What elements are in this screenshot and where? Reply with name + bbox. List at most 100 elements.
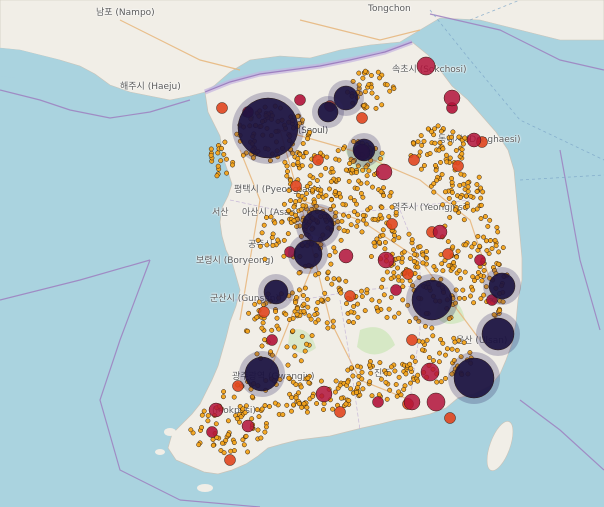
small-marker[interactable] bbox=[376, 392, 382, 398]
small-marker[interactable] bbox=[304, 183, 310, 189]
small-marker[interactable] bbox=[368, 370, 374, 376]
cluster-marker[interactable] bbox=[263, 279, 289, 305]
small-marker[interactable] bbox=[447, 214, 453, 220]
small-marker[interactable] bbox=[440, 146, 446, 152]
small-marker[interactable] bbox=[298, 384, 304, 390]
large-marker[interactable] bbox=[432, 224, 448, 240]
small-marker[interactable] bbox=[363, 221, 369, 227]
small-marker[interactable] bbox=[481, 234, 486, 240]
small-marker[interactable] bbox=[328, 179, 334, 185]
small-marker[interactable] bbox=[391, 237, 397, 243]
small-marker[interactable] bbox=[484, 248, 490, 253]
small-marker[interactable] bbox=[388, 276, 394, 282]
small-marker[interactable] bbox=[376, 298, 382, 304]
mid-marker[interactable] bbox=[334, 406, 346, 418]
small-marker[interactable] bbox=[348, 386, 354, 392]
small-marker[interactable] bbox=[362, 68, 368, 74]
small-marker[interactable] bbox=[252, 301, 258, 307]
small-marker[interactable] bbox=[391, 86, 397, 92]
small-marker[interactable] bbox=[374, 95, 380, 101]
small-marker[interactable] bbox=[471, 300, 477, 306]
small-marker[interactable] bbox=[427, 151, 433, 156]
small-marker[interactable] bbox=[449, 346, 455, 352]
small-marker[interactable] bbox=[333, 156, 339, 162]
cluster-marker[interactable] bbox=[244, 356, 280, 392]
large-marker[interactable] bbox=[416, 56, 436, 76]
small-marker[interactable] bbox=[303, 150, 309, 156]
small-marker[interactable] bbox=[243, 433, 249, 439]
small-marker[interactable] bbox=[465, 188, 471, 194]
small-marker[interactable] bbox=[346, 319, 352, 325]
mid-marker[interactable] bbox=[266, 334, 278, 346]
small-marker[interactable] bbox=[324, 320, 330, 326]
small-marker[interactable] bbox=[257, 243, 263, 249]
small-marker[interactable] bbox=[478, 216, 484, 221]
small-marker[interactable] bbox=[343, 401, 349, 407]
small-marker[interactable] bbox=[372, 217, 378, 222]
small-marker[interactable] bbox=[255, 427, 261, 433]
small-marker[interactable] bbox=[450, 244, 456, 250]
small-marker[interactable] bbox=[275, 237, 281, 243]
mid-marker[interactable] bbox=[444, 412, 456, 424]
large-marker[interactable] bbox=[426, 392, 446, 412]
small-marker[interactable] bbox=[338, 395, 344, 401]
small-marker[interactable] bbox=[221, 151, 227, 157]
small-marker[interactable] bbox=[368, 254, 374, 259]
small-marker[interactable] bbox=[285, 362, 291, 368]
small-marker[interactable] bbox=[241, 442, 247, 448]
small-marker[interactable] bbox=[446, 263, 452, 269]
small-marker[interactable] bbox=[417, 149, 423, 155]
small-marker[interactable] bbox=[341, 228, 347, 234]
small-marker[interactable] bbox=[210, 442, 216, 448]
small-marker[interactable] bbox=[304, 191, 309, 196]
small-marker[interactable] bbox=[230, 162, 235, 168]
small-marker[interactable] bbox=[327, 252, 333, 258]
small-marker[interactable] bbox=[346, 178, 352, 184]
small-marker[interactable] bbox=[327, 186, 332, 192]
mid-marker[interactable] bbox=[216, 102, 228, 114]
small-marker[interactable] bbox=[378, 376, 384, 382]
small-marker[interactable] bbox=[305, 304, 311, 310]
small-marker[interactable] bbox=[459, 151, 465, 157]
small-marker[interactable] bbox=[437, 140, 443, 146]
small-marker[interactable] bbox=[293, 212, 299, 218]
small-marker[interactable] bbox=[377, 360, 383, 366]
small-marker[interactable] bbox=[214, 173, 220, 179]
small-marker[interactable] bbox=[304, 341, 309, 347]
small-marker[interactable] bbox=[272, 220, 278, 226]
small-marker[interactable] bbox=[378, 189, 384, 195]
small-marker[interactable] bbox=[364, 287, 370, 293]
small-marker[interactable] bbox=[243, 403, 249, 409]
small-marker[interactable] bbox=[440, 202, 446, 208]
small-marker[interactable] bbox=[440, 268, 446, 274]
small-marker[interactable] bbox=[234, 416, 240, 422]
mid-marker[interactable] bbox=[408, 154, 420, 166]
small-marker[interactable] bbox=[288, 198, 294, 204]
small-marker[interactable] bbox=[420, 260, 426, 266]
small-marker[interactable] bbox=[255, 237, 261, 243]
small-marker[interactable] bbox=[381, 193, 387, 199]
small-marker[interactable] bbox=[421, 163, 427, 168]
small-marker[interactable] bbox=[495, 229, 501, 235]
small-marker[interactable] bbox=[356, 70, 362, 76]
small-marker[interactable] bbox=[199, 412, 205, 418]
small-marker[interactable] bbox=[304, 409, 310, 415]
small-marker[interactable] bbox=[493, 243, 499, 249]
small-marker[interactable] bbox=[289, 408, 294, 414]
large-marker[interactable] bbox=[443, 89, 461, 107]
small-marker[interactable] bbox=[382, 239, 388, 245]
small-marker[interactable] bbox=[494, 224, 500, 230]
small-marker[interactable] bbox=[449, 175, 455, 181]
small-marker[interactable] bbox=[316, 270, 322, 276]
small-marker[interactable] bbox=[302, 196, 308, 202]
small-marker[interactable] bbox=[392, 314, 397, 320]
small-marker[interactable] bbox=[430, 358, 436, 364]
small-marker[interactable] bbox=[284, 163, 290, 169]
small-marker[interactable] bbox=[458, 194, 463, 200]
small-marker[interactable] bbox=[411, 258, 417, 264]
small-marker[interactable] bbox=[359, 369, 365, 375]
small-marker[interactable] bbox=[419, 347, 425, 353]
small-marker[interactable] bbox=[284, 402, 290, 408]
small-marker[interactable] bbox=[205, 418, 211, 424]
large-marker[interactable] bbox=[315, 385, 333, 403]
